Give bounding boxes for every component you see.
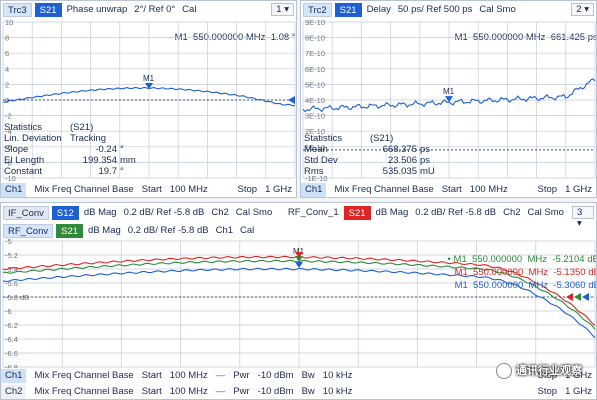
y-tick-label: -5.2 [5, 251, 18, 260]
s-param-label[interactable]: S12 [51, 205, 79, 220]
trace-label[interactable]: Trc2 [303, 2, 332, 17]
statistics-box: Statistics (S21) Lin. Deviation Tracking S… [4, 122, 136, 177]
conversion-diagram-window[interactable]: IF_Conv S12 dB Mag 0.2 dB/ Ref -5.8 dB C… [0, 202, 597, 400]
marker-readout-blue: M1 550.000000 MHz -5.3060 dB [454, 280, 596, 291]
y-tick-label: 7E-10 [305, 49, 325, 58]
channel-footer: Ch1 Mix Freq Channel Base Start 100 MHz … [1, 182, 296, 197]
channel-tag[interactable]: Ch1 [214, 225, 235, 236]
s-param-label[interactable]: S21 [56, 223, 84, 238]
y-tick-label: -6.6 [5, 349, 18, 358]
y-tick-label: -6.4 [5, 335, 18, 344]
y-tick-label: 8 [5, 34, 9, 43]
y-tick-label: 10 [5, 18, 13, 27]
format-label[interactable]: dB Mag [82, 207, 119, 218]
phase-diagram-window[interactable]: Trc3 S21 Phase unwrap 2°/ Ref 0° Cal 1 ▾… [0, 0, 297, 198]
channel-footer: Ch1 Mix Freq Channel Base Start 100 MHz … [301, 182, 596, 197]
trace-label-rf-conv[interactable]: RF_Conv [3, 223, 54, 238]
format-label[interactable]: dB Mag [86, 225, 123, 236]
y-tick-label: -2 [5, 112, 12, 121]
format-label[interactable]: dB Mag [374, 207, 411, 218]
cal-label[interactable]: Cal Smo [234, 207, 274, 218]
s-param-label[interactable]: S21 [334, 2, 362, 17]
statistics-box: Statistics (S21) Mean 668.375 ps Std Dev 23.… [304, 133, 435, 177]
window-number[interactable]: 1 ▾ [271, 3, 294, 16]
y-tick-label: 5E-10 [305, 80, 325, 89]
scale-label[interactable]: 0.2 dB/ Ref -5.8 dB [126, 225, 211, 236]
scale-label[interactable]: 50 ps/ Ref 500 ps [396, 4, 474, 15]
y-tick-label: 6 [5, 49, 9, 58]
window-number[interactable]: 3 ▾ [571, 206, 594, 229]
cal-label[interactable]: Cal Smo [477, 4, 517, 15]
trace-label[interactable]: Trc3 [3, 2, 32, 17]
trace-label-if-conv[interactable]: IF_Conv [3, 205, 49, 220]
channel-tag[interactable]: Ch2 [209, 207, 230, 218]
s-param-label[interactable]: S21 [343, 205, 371, 220]
y-tick-label: 8E-10 [305, 34, 325, 43]
y-tick-label: -6.2 [5, 321, 18, 330]
window-number[interactable]: 2 ▾ [571, 3, 594, 16]
cal-label[interactable]: Cal Smo [526, 207, 566, 218]
marker-label: M1 [143, 74, 155, 83]
y-tick-label: -5 [5, 239, 12, 246]
y-tick-label: -6 [5, 307, 12, 316]
y-tick-label: 9E-10 [305, 18, 325, 27]
delay-diagram-window[interactable]: Trc2 S21 Delay 50 ps/ Ref 500 ps Cal Smo… [300, 0, 597, 198]
format-label[interactable]: Phase unwrap [65, 4, 130, 15]
channel-label[interactable]: Ch1 [301, 182, 327, 197]
s-param-label[interactable]: S21 [34, 2, 62, 17]
scale-label[interactable]: 2°/ Ref 0° [132, 4, 177, 15]
trace-label-rf-conv-1[interactable]: RF_Conv_1 [286, 207, 341, 218]
wechat-icon [496, 363, 512, 379]
y-tick-label: 2 [5, 80, 9, 89]
cal-label[interactable]: Cal [238, 225, 256, 236]
reference-arrow [288, 96, 295, 104]
channel-label[interactable]: Ch1 [1, 368, 27, 383]
channel-label[interactable]: Ch1 [1, 182, 27, 197]
format-label[interactable]: Delay [365, 4, 393, 15]
y-tick-label: 6E-10 [305, 65, 325, 74]
y-tick-label: 3E-10 [305, 112, 325, 121]
marker-triangle-blue [295, 262, 303, 268]
marker-label: M1 [443, 87, 455, 96]
watermark: 通讯行业观察 [496, 362, 582, 379]
scale-label[interactable]: 0.2 dB/ Ref -5.8 dB [122, 207, 207, 218]
y-tick-label: -5.8 dB [5, 293, 29, 302]
channel-footer-2: Ch2 Mix Freq Channel Base Start 100 MHz … [1, 384, 596, 399]
channel-tag[interactable]: Ch2 [501, 207, 522, 218]
scale-label[interactable]: 0.2 dB/ Ref -5.8 dB [413, 207, 498, 218]
cal-label[interactable]: Cal [180, 4, 198, 15]
channel-label[interactable]: Ch2 [1, 384, 27, 399]
y-tick-label: 4 [5, 65, 9, 74]
y-tick-label: 4E-10 [305, 96, 325, 105]
